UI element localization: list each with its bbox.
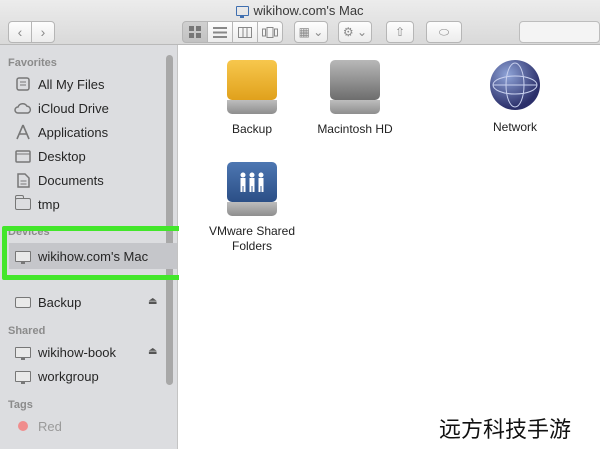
sidebar: Favorites All My Files iCloud Drive Appl… <box>0 45 186 449</box>
sidebar-item-workgroup[interactable]: workgroup <box>14 365 99 387</box>
drive-vmware-shared-folders[interactable]: VMware Shared Folders <box>197 162 307 254</box>
sidebar-item-documents[interactable]: Documents <box>14 169 104 191</box>
sidebar-item-tmp[interactable]: tmp <box>14 193 60 215</box>
sidebar-item-applications[interactable]: Applications <box>14 121 108 143</box>
list-view-button[interactable] <box>207 21 233 43</box>
sidebar-scrollbar[interactable] <box>166 55 173 385</box>
share-icon: ⇧ <box>394 25 406 39</box>
sidebar-item-all-my-files[interactable]: All My Files <box>14 73 104 95</box>
drive-macintosh-hd[interactable]: Macintosh HD <box>300 60 410 137</box>
action-button[interactable]: ⚙ ⌄ <box>338 21 372 43</box>
window-title: wikihow.com's Mac <box>0 3 600 18</box>
computer-icon <box>14 369 32 384</box>
cover-flow-button[interactable] <box>257 21 283 43</box>
chevron-left-icon: ‹ <box>17 24 23 40</box>
documents-icon <box>14 172 32 188</box>
eject-backup-icon[interactable]: ⏏ <box>148 296 157 307</box>
icon-view-icon <box>189 26 201 38</box>
sidebar-item-tag-red[interactable]: Red <box>14 415 62 437</box>
arrange-button[interactable]: ▦ ⌄ <box>294 21 328 43</box>
network-item[interactable]: Network <box>460 60 570 135</box>
network-globe-icon <box>490 60 540 110</box>
sidebar-item-icloud-drive[interactable]: iCloud Drive <box>14 97 109 119</box>
forward-button[interactable]: › <box>31 21 55 43</box>
external-drive-icon <box>227 60 277 116</box>
icon-view-button[interactable] <box>182 21 208 43</box>
chevron-right-icon: › <box>40 24 46 40</box>
search-input[interactable] <box>519 21 600 43</box>
list-view-icon <box>213 26 227 38</box>
arrange-icon: ▦ ⌄ <box>298 25 324 39</box>
sidebar-item-backup[interactable]: Backup <box>14 291 81 313</box>
file-browser-area: Backup Macintosh HD Network VMware Share… <box>179 45 600 449</box>
desktop-icon <box>14 149 32 163</box>
eject-wikihow-book-icon[interactable]: ⏏ <box>148 346 157 357</box>
sidebar-item-wikihow-book[interactable]: wikihow-book <box>14 341 116 363</box>
tag-button[interactable]: ⬭ <box>426 21 462 43</box>
shared-heading: Shared <box>8 325 46 337</box>
all-files-icon <box>14 77 32 91</box>
folder-icon <box>14 195 32 211</box>
back-button[interactable]: ‹ <box>8 21 32 43</box>
cover-flow-icon <box>262 26 278 38</box>
sidebar-item-desktop[interactable]: Desktop <box>14 145 86 167</box>
favorites-heading: Favorites <box>8 57 57 69</box>
gear-icon: ⚙ ⌄ <box>342 25 368 39</box>
computer-icon <box>14 345 32 360</box>
share-button[interactable]: ⇧ <box>386 21 414 43</box>
cloud-icon <box>14 101 32 115</box>
drive-backup[interactable]: Backup <box>197 60 307 137</box>
applications-icon <box>14 124 32 140</box>
green-highlight-box <box>2 226 186 280</box>
tag-icon: ⬭ <box>438 24 450 39</box>
column-view-button[interactable] <box>232 21 258 43</box>
column-view-icon <box>238 26 252 38</box>
shared-folders-drive-icon <box>227 162 277 218</box>
tags-heading: Tags <box>8 399 33 411</box>
disk-icon <box>14 295 32 309</box>
red-tag-dot-icon <box>18 421 28 431</box>
toolbar: wikihow.com's Mac ‹ › ▦ ⌄ ⚙ ⌄ ⇧ ⬭ <box>0 0 600 45</box>
hard-drive-icon <box>330 60 380 116</box>
watermark-text: 远方科技手游 <box>410 407 600 449</box>
computer-icon <box>236 6 250 18</box>
